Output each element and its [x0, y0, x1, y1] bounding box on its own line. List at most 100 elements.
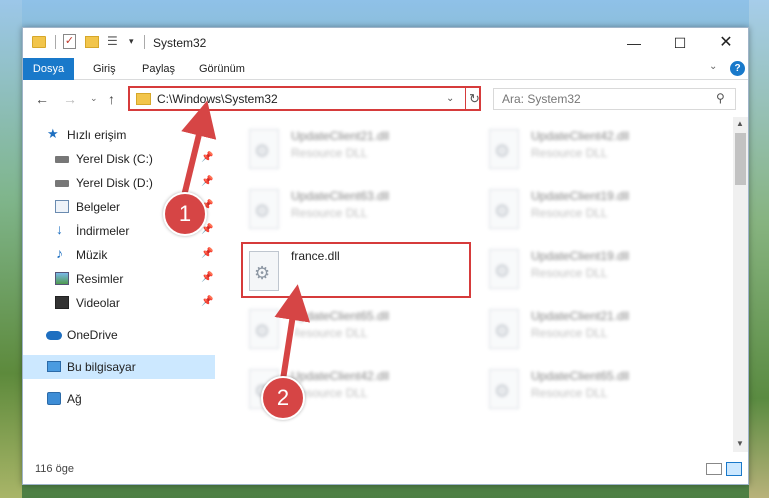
pin-icon[interactable]: 📌 — [201, 272, 213, 283]
drive-icon — [55, 156, 69, 163]
details-view-icon[interactable] — [706, 463, 722, 475]
file-name: UpdateClient65.dll — [291, 309, 390, 323]
gear-icon: ⚙ — [494, 261, 511, 281]
scroll-down-icon[interactable]: ▼ — [736, 439, 744, 448]
search-input[interactable]: Ara: System32 ⚲ — [493, 88, 736, 110]
dll-file-icon: ⚙ — [489, 309, 519, 349]
pin-icon[interactable]: 📌 — [201, 152, 213, 163]
sidebar-item-label: Hızlı erişim — [67, 128, 127, 142]
rename-icon[interactable]: ☰ — [107, 34, 122, 49]
dll-file-icon: ⚙ — [249, 129, 279, 169]
file-tile[interactable]: ⚙ UpdateClient21.dll Resource DLL — [477, 301, 707, 357]
desktop-background-left — [0, 0, 22, 498]
documents-icon — [55, 200, 69, 213]
network-icon — [47, 392, 61, 405]
gear-icon: ⚙ — [254, 201, 271, 221]
file-type: Resource DLL — [531, 146, 608, 160]
videos-icon — [55, 296, 69, 309]
pin-icon[interactable]: 📌 — [201, 176, 213, 187]
new-folder-icon[interactable] — [85, 36, 99, 48]
file-tile[interactable]: ⚙ UpdateClient21.dll Resource DLL — [237, 121, 467, 177]
search-placeholder: Ara: System32 — [502, 92, 581, 106]
properties-check-icon[interactable]: ✓ — [63, 34, 76, 49]
sidebar-item-onedrive[interactable]: OneDrive — [23, 323, 215, 347]
dll-file-icon: ⚙ — [489, 369, 519, 409]
step-2-badge: 2 — [261, 376, 305, 420]
file-type: Resource DLL — [291, 206, 368, 220]
refresh-icon[interactable]: ↻ — [465, 88, 483, 109]
help-icon[interactable]: ? — [730, 61, 745, 76]
file-type: Resource DLL — [291, 146, 368, 160]
file-name: UpdateClient42.dll — [291, 369, 390, 383]
sidebar-item-music[interactable]: ♪ Müzik 📌 — [23, 243, 215, 267]
pin-icon[interactable]: 📌 — [201, 296, 213, 307]
file-name: UpdateClient65.dll — [531, 369, 630, 383]
file-name: UpdateClient63.dll — [291, 189, 390, 203]
scroll-up-icon[interactable]: ▲ — [736, 119, 744, 128]
dll-file-icon: ⚙ — [249, 189, 279, 229]
sidebar-item-label: Videolar — [76, 296, 120, 310]
sidebar-item-label: Yerel Disk (C:) — [76, 152, 153, 166]
step-1-badge: 1 — [163, 192, 207, 236]
tab-file[interactable]: Dosya — [23, 58, 74, 80]
item-count: 116 öge — [35, 463, 74, 475]
gear-icon: ⚙ — [494, 381, 511, 401]
scrollbar-thumb[interactable] — [735, 133, 746, 185]
dll-file-icon: ⚙ — [489, 189, 519, 229]
sidebar-item-this-pc[interactable]: Bu bilgisayar — [23, 355, 215, 379]
file-tile[interactable]: ⚙ UpdateClient65.dll Resource DLL — [477, 361, 707, 417]
sidebar-item-label: Resimler — [76, 272, 124, 286]
file-tile[interactable]: ⚙ UpdateClient19.dll Resource DLL — [477, 241, 707, 297]
sidebar-item-label: OneDrive — [67, 328, 118, 342]
file-type: Resource DLL — [291, 326, 368, 340]
dll-file-icon: ⚙ — [489, 249, 519, 289]
tab-view[interactable]: Görünüm — [188, 58, 256, 80]
address-path[interactable]: C:\Windows\System32 — [157, 92, 278, 106]
customize-toolbar-chevron-icon[interactable]: ▾ — [129, 36, 134, 52]
file-name: UpdateClient19.dll — [531, 249, 630, 263]
forward-arrow-icon[interactable]: → — [63, 91, 77, 107]
file-type: Resource DLL — [531, 266, 608, 280]
gear-icon: ⚙ — [254, 141, 271, 161]
back-arrow-icon[interactable]: ← — [35, 91, 49, 107]
gear-icon: ⚙ — [254, 321, 271, 341]
vertical-scrollbar[interactable]: ▲ ▼ — [733, 117, 748, 452]
file-tile[interactable]: ⚙ UpdateClient65.dll Resource DLL — [237, 301, 467, 357]
file-type: Resource DLL — [531, 386, 608, 400]
sidebar-item-pictures[interactable]: Resimler 📌 — [23, 267, 215, 291]
sidebar-item-label: Bu bilgisayar — [67, 360, 136, 374]
file-tile[interactable]: ⚙ UpdateClient19.dll Resource DLL — [477, 181, 707, 237]
recent-locations-chevron-icon[interactable]: ⌄ — [90, 93, 98, 104]
maximize-button[interactable]: ☐ — [657, 28, 703, 58]
sidebar-item-label: Ağ — [67, 392, 82, 406]
address-bar[interactable]: C:\Windows\System32 ⌄ ↻ — [128, 86, 481, 111]
pictures-icon — [55, 272, 69, 285]
tab-share[interactable]: Paylaş — [131, 58, 186, 80]
file-tile[interactable]: ⚙ UpdateClient63.dll Resource DLL — [237, 181, 467, 237]
music-icon: ♪ — [56, 245, 63, 261]
sidebar-item-quick-access[interactable]: ★ Hızlı erişim — [23, 123, 215, 147]
pin-icon[interactable]: 📌 — [201, 248, 213, 259]
sidebar-item-label: Müzik — [76, 248, 108, 262]
tiles-view-icon[interactable] — [726, 462, 742, 476]
search-icon[interactable]: ⚲ — [716, 91, 725, 105]
desktop-background-right — [749, 0, 769, 498]
gear-icon: ⚙ — [254, 263, 271, 283]
address-history-chevron-icon[interactable]: ⌄ — [446, 93, 454, 104]
star-icon: ★ — [47, 126, 59, 141]
dll-file-icon: ⚙ — [249, 251, 279, 291]
file-tile-france-dll[interactable]: ⚙ france.dll — [241, 242, 471, 298]
sidebar-item-local-disk-c[interactable]: Yerel Disk (C:) 📌 — [23, 147, 215, 171]
ribbon-tabs: Dosya Giriş Paylaş Görünüm ⌄ ? — [23, 58, 748, 80]
sidebar-item-label: Yerel Disk (D:) — [76, 176, 153, 190]
sidebar-item-label: Belgeler — [76, 200, 121, 214]
close-button[interactable]: ✕ — [703, 28, 749, 58]
up-arrow-icon[interactable]: ↑ — [108, 91, 115, 107]
file-tile[interactable]: ⚙ UpdateClient42.dll Resource DLL — [477, 121, 707, 177]
minimize-button[interactable]: — — [611, 28, 657, 58]
tab-home[interactable]: Giriş — [82, 58, 127, 80]
sidebar-item-network[interactable]: Ağ — [23, 387, 215, 411]
sidebar-item-videos[interactable]: Videolar 📌 — [23, 291, 215, 315]
expand-ribbon-chevron-icon[interactable]: ⌄ — [709, 61, 717, 72]
gear-icon: ⚙ — [494, 141, 511, 161]
